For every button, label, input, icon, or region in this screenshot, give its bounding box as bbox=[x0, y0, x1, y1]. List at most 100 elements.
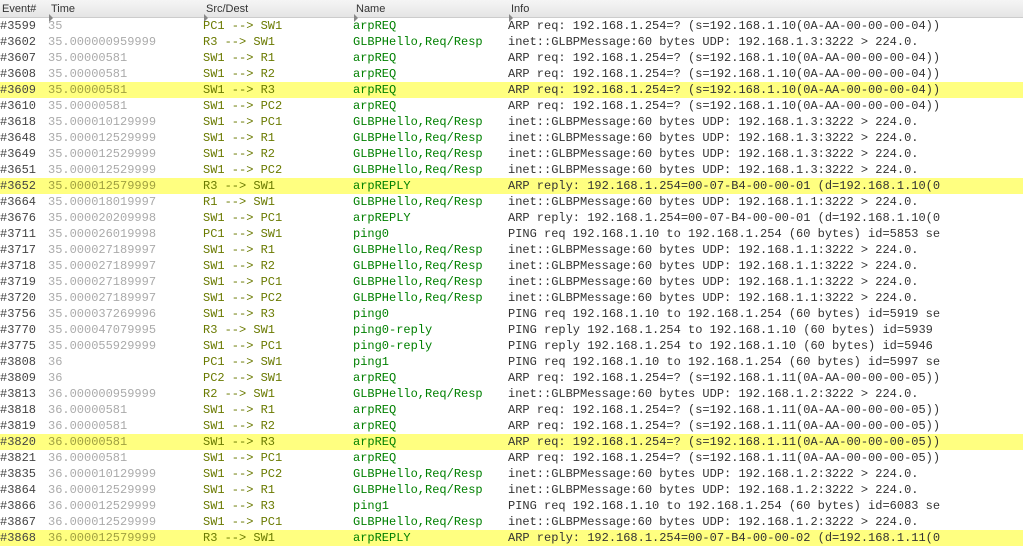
cell-time: 36 bbox=[48, 354, 203, 370]
table-row[interactable]: #386436.000012529999SW1 --> R1GLBPHello,… bbox=[0, 482, 1023, 498]
cell-info: inet::GLBPMessage:60 bytes UDP: 192.168.… bbox=[508, 130, 1023, 146]
cell-sd: SW1 --> R3 bbox=[203, 82, 353, 98]
table-row[interactable]: #380936PC2 --> SW1arpREQARP req: 192.168… bbox=[0, 370, 1023, 386]
table-row[interactable]: #360935.00000581SW1 --> R3arpREQARP req:… bbox=[0, 82, 1023, 98]
table-row[interactable]: #375635.000037269996SW1 --> R3ping0PING … bbox=[0, 306, 1023, 322]
table-row[interactable]: #365135.000012529999SW1 --> PC2GLBPHello… bbox=[0, 162, 1023, 178]
cell-sd: SW1 --> PC1 bbox=[203, 338, 353, 354]
cell-name: ping0 bbox=[353, 226, 508, 242]
cell-event: #3649 bbox=[0, 146, 48, 162]
table-row[interactable]: #371835.000027189997SW1 --> R2GLBPHello,… bbox=[0, 258, 1023, 274]
cell-name: arpREQ bbox=[353, 82, 508, 98]
cell-sd: SW1 --> PC2 bbox=[203, 290, 353, 306]
cell-event: #3718 bbox=[0, 258, 48, 274]
cell-time: 36.000012529999 bbox=[48, 498, 203, 514]
cell-sd: R1 --> SW1 bbox=[203, 194, 353, 210]
cell-event: #3610 bbox=[0, 98, 48, 114]
cell-info: inet::GLBPMessage:60 bytes UDP: 192.168.… bbox=[508, 274, 1023, 290]
cell-sd: R3 --> SW1 bbox=[203, 530, 353, 546]
cell-name: GLBPHello,Req/Resp bbox=[353, 258, 508, 274]
cell-name: arpREQ bbox=[353, 50, 508, 66]
cell-sd: SW1 --> R2 bbox=[203, 258, 353, 274]
table-row[interactable]: #386736.000012529999SW1 --> PC1GLBPHello… bbox=[0, 514, 1023, 530]
cell-info: ARP reply: 192.168.1.254=00-07-B4-00-00-… bbox=[508, 530, 1023, 546]
table-row[interactable]: #365235.000012579999R3 --> SW1arpREPLYAR… bbox=[0, 178, 1023, 194]
cell-time: 35.000027189997 bbox=[48, 258, 203, 274]
cell-event: #3821 bbox=[0, 450, 48, 466]
cell-name: arpREQ bbox=[353, 66, 508, 82]
cell-sd: SW1 --> R2 bbox=[203, 146, 353, 162]
cell-sd: SW1 --> R3 bbox=[203, 498, 353, 514]
cell-name: arpREPLY bbox=[353, 530, 508, 546]
cell-name: GLBPHello,Req/Resp bbox=[353, 290, 508, 306]
table-row[interactable]: #367635.000020209998SW1 --> PC1arpREPLYA… bbox=[0, 210, 1023, 226]
table-row[interactable]: #360235.000000959999R3 --> SW1GLBPHello,… bbox=[0, 34, 1023, 50]
col-info-header[interactable]: Info bbox=[508, 0, 529, 18]
cell-sd: R3 --> SW1 bbox=[203, 34, 353, 50]
cell-name: GLBPHello,Req/Resp bbox=[353, 162, 508, 178]
cell-time: 36.000012529999 bbox=[48, 514, 203, 530]
cell-info: inet::GLBPMessage:60 bytes UDP: 192.168.… bbox=[508, 466, 1023, 482]
table-row[interactable]: #386636.000012529999SW1 --> R3ping1PING … bbox=[0, 498, 1023, 514]
col-time-header[interactable]: Time bbox=[48, 0, 75, 18]
cell-event: #3608 bbox=[0, 66, 48, 82]
cell-sd: SW1 --> R1 bbox=[203, 482, 353, 498]
table-row[interactable]: #360735.00000581SW1 --> R1arpREQARP req:… bbox=[0, 50, 1023, 66]
table-row[interactable]: #371735.000027189997SW1 --> R1GLBPHello,… bbox=[0, 242, 1023, 258]
table-row[interactable]: #371935.000027189997SW1 --> PC1GLBPHello… bbox=[0, 274, 1023, 290]
cell-sd: SW1 --> PC1 bbox=[203, 450, 353, 466]
cell-event: #3813 bbox=[0, 386, 48, 402]
table-row[interactable]: #383536.000010129999SW1 --> PC2GLBPHello… bbox=[0, 466, 1023, 482]
cell-time: 35.00000581 bbox=[48, 82, 203, 98]
table-row[interactable]: #381936.00000581SW1 --> R2arpREQARP req:… bbox=[0, 418, 1023, 434]
table-row[interactable]: #366435.000018019997R1 --> SW1GLBPHello,… bbox=[0, 194, 1023, 210]
cell-time: 36.00000581 bbox=[48, 450, 203, 466]
cell-event: #3717 bbox=[0, 242, 48, 258]
cell-event: #3819 bbox=[0, 418, 48, 434]
table-row[interactable]: #364835.000012529999SW1 --> R1GLBPHello,… bbox=[0, 130, 1023, 146]
table-row[interactable]: #382036.00000581SW1 --> R3arpREQARP req:… bbox=[0, 434, 1023, 450]
cell-sd: SW1 --> PC2 bbox=[203, 98, 353, 114]
cell-info: PING req 192.168.1.10 to 192.168.1.254 (… bbox=[508, 498, 1023, 514]
cell-name: ping0 bbox=[353, 306, 508, 322]
cell-info: inet::GLBPMessage:60 bytes UDP: 192.168.… bbox=[508, 482, 1023, 498]
cell-name: arpREQ bbox=[353, 434, 508, 450]
cell-info: ARP reply: 192.168.1.254=00-07-B4-00-00-… bbox=[508, 178, 1023, 194]
table-row[interactable]: #380836PC1 --> SW1ping1PING req 192.168.… bbox=[0, 354, 1023, 370]
cell-info: inet::GLBPMessage:60 bytes UDP: 192.168.… bbox=[508, 146, 1023, 162]
cell-event: #3835 bbox=[0, 466, 48, 482]
cell-time: 36.000000959999 bbox=[48, 386, 203, 402]
cell-info: PING req 192.168.1.10 to 192.168.1.254 (… bbox=[508, 306, 1023, 322]
cell-time: 36.00000581 bbox=[48, 402, 203, 418]
table-row[interactable]: #381336.000000959999R2 --> SW1GLBPHello,… bbox=[0, 386, 1023, 402]
cell-name: arpREPLY bbox=[353, 210, 508, 226]
col-srcdest-header[interactable]: Src/Dest bbox=[203, 0, 248, 18]
cell-event: #3676 bbox=[0, 210, 48, 226]
table-row[interactable]: #371135.000026019998PC1 --> SW1ping0PING… bbox=[0, 226, 1023, 242]
table-row[interactable]: #381836.00000581SW1 --> R1arpREQARP req:… bbox=[0, 402, 1023, 418]
cell-event: #3820 bbox=[0, 434, 48, 450]
cell-time: 36.000010129999 bbox=[48, 466, 203, 482]
col-name-header[interactable]: Name bbox=[353, 0, 385, 18]
cell-event: #3775 bbox=[0, 338, 48, 354]
col-event-header[interactable]: Event# bbox=[0, 0, 36, 18]
cell-sd: SW1 --> R1 bbox=[203, 130, 353, 146]
table-row[interactable]: #359935PC1 --> SW1arpREQARP req: 192.168… bbox=[0, 18, 1023, 34]
cell-name: arpREQ bbox=[353, 98, 508, 114]
cell-event: #3719 bbox=[0, 274, 48, 290]
cell-name: ping0-reply bbox=[353, 338, 508, 354]
table-row[interactable]: #386836.000012579999R3 --> SW1arpREPLYAR… bbox=[0, 530, 1023, 546]
table-row[interactable]: #361035.00000581SW1 --> PC2arpREQARP req… bbox=[0, 98, 1023, 114]
table-row[interactable]: #372035.000027189997SW1 --> PC2GLBPHello… bbox=[0, 290, 1023, 306]
table-row[interactable]: #382136.00000581SW1 --> PC1arpREQARP req… bbox=[0, 450, 1023, 466]
table-row[interactable]: #364935.000012529999SW1 --> R2GLBPHello,… bbox=[0, 146, 1023, 162]
table-row[interactable]: #377535.000055929999SW1 --> PC1ping0-rep… bbox=[0, 338, 1023, 354]
table-row[interactable]: #360835.00000581SW1 --> R2arpREQARP req:… bbox=[0, 66, 1023, 82]
cell-name: ping1 bbox=[353, 354, 508, 370]
cell-time: 35.00000581 bbox=[48, 66, 203, 82]
cell-info: ARP req: 192.168.1.254=? (s=192.168.1.11… bbox=[508, 434, 1023, 450]
table-row[interactable]: #361835.000010129999SW1 --> PC1GLBPHello… bbox=[0, 114, 1023, 130]
cell-name: GLBPHello,Req/Resp bbox=[353, 194, 508, 210]
event-table-body: #359935PC1 --> SW1arpREQARP req: 192.168… bbox=[0, 18, 1023, 546]
table-row[interactable]: #377035.000047079995R3 --> SW1ping0-repl… bbox=[0, 322, 1023, 338]
